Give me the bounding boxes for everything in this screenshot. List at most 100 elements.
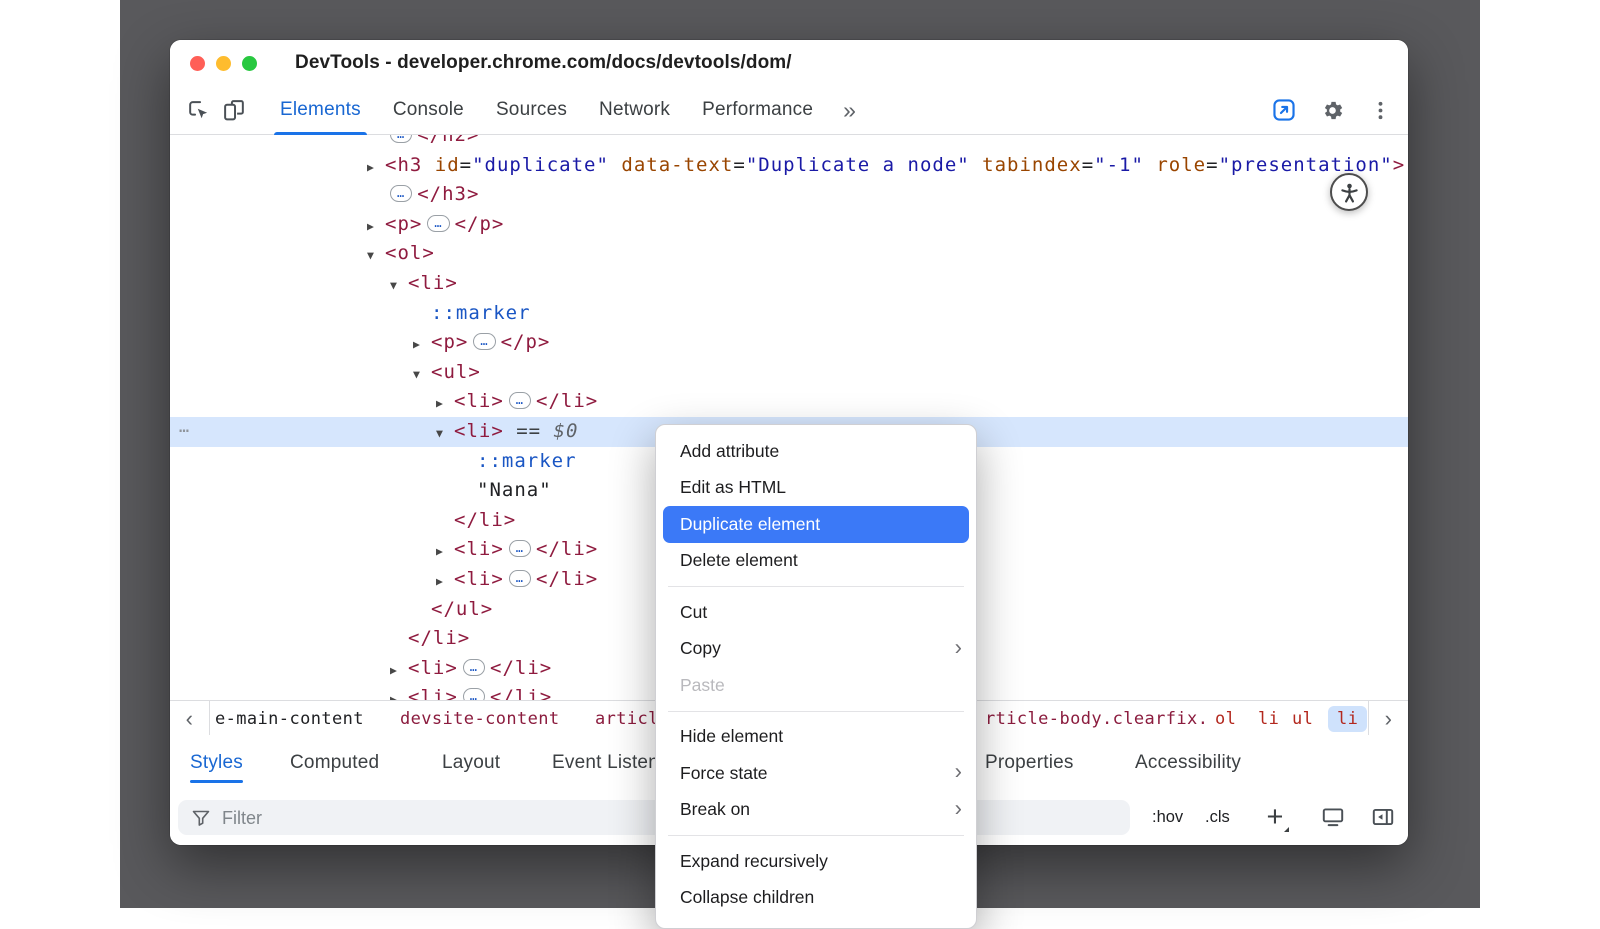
context-menu-item-cut[interactable]: Cut — [656, 594, 976, 631]
dom-tree-row[interactable]: …</h2> — [170, 135, 1408, 151]
settings-button[interactable] — [1314, 92, 1350, 128]
inline-expand-button[interactable]: … — [390, 185, 412, 202]
context-menu-item-copy[interactable]: Copy › — [656, 631, 976, 668]
menu-item-label: Add attribute — [680, 441, 779, 462]
styles-tab-styles[interactable]: Styles — [190, 735, 243, 790]
disclosure-closed-icon[interactable]: ▶ — [436, 389, 454, 419]
menu-item-label: Copy — [680, 638, 721, 659]
disclosure-closed-icon[interactable]: ▶ — [390, 685, 408, 700]
styles-tab-computed[interactable]: Computed — [290, 735, 379, 790]
context-menu-item-force-state[interactable]: Force state› — [656, 755, 976, 792]
menu-item-label: Force state — [680, 763, 768, 784]
tab-sources[interactable]: Sources — [480, 86, 583, 134]
disclosure-closed-icon[interactable]: ▶ — [367, 212, 385, 242]
inline-expand-button[interactable]: … — [463, 659, 485, 676]
disclosure-closed-icon[interactable]: ▶ — [436, 567, 454, 597]
zoom-button[interactable] — [242, 56, 257, 71]
disclosure-open-icon[interactable]: ▼ — [436, 419, 454, 449]
tab-network[interactable]: Network — [583, 86, 686, 134]
dom-tree-row[interactable]: ▶<p>…</p> — [170, 328, 1408, 358]
inline-expand-button[interactable]: … — [390, 135, 412, 143]
context-menu-item-break-on[interactable]: Break on› — [656, 792, 976, 829]
inline-expand-button[interactable]: … — [509, 540, 531, 557]
disclosure-closed-icon[interactable]: ▶ — [413, 330, 431, 360]
disclosure-open-icon[interactable]: ▼ — [367, 241, 385, 271]
toggle-class-button[interactable]: .cls — [1205, 790, 1230, 845]
breadcrumb-item[interactable]: e-main-content — [215, 701, 364, 736]
more-options-button[interactable] — [1362, 92, 1398, 128]
code-segment: <li> — [454, 390, 504, 412]
context-menu-item-expand-recursively[interactable]: Expand recursively — [656, 843, 976, 880]
inline-expand-button[interactable]: … — [427, 215, 449, 232]
disclosure-closed-icon[interactable]: ▶ — [390, 656, 408, 686]
dom-tree-row[interactable]: ▼<ol> — [170, 239, 1408, 269]
dom-tree-row[interactable]: ▶<p>…</p> — [170, 210, 1408, 240]
disclosure-open-icon[interactable]: ▼ — [390, 271, 408, 301]
breadcrumb-item[interactable]: ul — [1292, 701, 1313, 736]
dom-tree-row[interactable]: …</h3> — [170, 180, 1408, 210]
inspect-element-button[interactable] — [180, 92, 216, 128]
code-segment: ::marker — [431, 302, 531, 324]
dom-tree-row[interactable]: ▶<h3 id="duplicate" data-text="Duplicate… — [170, 151, 1408, 181]
breadcrumb-item[interactable]: li — [1258, 701, 1279, 736]
submenu-chevron-icon: › — [955, 634, 962, 660]
code-segment: </li> — [536, 538, 598, 560]
more-tabs-button[interactable]: » — [829, 97, 870, 124]
code-segment: "-1" — [1094, 154, 1144, 176]
breadcrumb-item[interactable]: devsite-content — [400, 701, 560, 736]
minimize-button[interactable] — [216, 56, 231, 71]
styles-tab-properties[interactable]: Properties — [985, 735, 1074, 790]
computed-styles-sidebar-button[interactable] — [1320, 804, 1346, 835]
toggle-hover-state-button[interactable]: :hov — [1152, 790, 1183, 845]
inline-expand-button[interactable]: … — [509, 570, 531, 587]
disclosure-open-icon[interactable]: ▼ — [413, 360, 431, 390]
filter-field[interactable] — [178, 800, 1130, 835]
accessibility-overlay-button[interactable] — [1330, 173, 1368, 211]
context-menu-item-edit-as-html[interactable]: Edit as HTML — [656, 470, 976, 507]
window-title: DevTools - developer.chrome.com/docs/dev… — [295, 40, 792, 86]
inline-expand-button[interactable]: … — [463, 688, 485, 700]
menu-item-label: Paste — [680, 675, 725, 696]
disclosure-closed-icon[interactable]: ▶ — [436, 537, 454, 567]
new-style-rule-button[interactable]: + — [1258, 790, 1292, 845]
code-segment: </li> — [490, 686, 552, 700]
breadcrumb-scroll-left-button[interactable]: ‹ — [170, 701, 210, 736]
tab-console[interactable]: Console — [377, 86, 480, 134]
code-segment: </li> — [454, 509, 516, 531]
menu-item-label: Cut — [680, 602, 707, 623]
dom-tree-row[interactable]: ▼<ul> — [170, 358, 1408, 388]
tab-performance[interactable]: Performance — [686, 86, 829, 134]
inspect-cursor-icon — [186, 98, 211, 123]
kebab-menu-icon — [1369, 99, 1392, 122]
breadcrumb-item[interactable]: rticle-body.clearfix. — [985, 701, 1208, 736]
styles-tab-accessibility[interactable]: Accessibility — [1135, 735, 1241, 790]
dom-tree-row[interactable]: ▼<li> — [170, 269, 1408, 299]
styles-tab-layout[interactable]: Layout — [442, 735, 500, 790]
dom-tree-row[interactable]: ::marker — [170, 299, 1408, 329]
disclosure-closed-icon[interactable]: ▶ — [367, 153, 385, 183]
code-segment: <li> — [454, 538, 504, 560]
monitor-icon — [1320, 804, 1346, 830]
context-menu-item-delete-element[interactable]: Delete element — [656, 543, 976, 580]
inline-expand-button[interactable]: … — [473, 333, 495, 350]
context-menu-item-duplicate-element[interactable]: Duplicate element — [663, 506, 969, 543]
context-menu-item-collapse-children[interactable]: Collapse children — [656, 880, 976, 917]
menu-separator — [668, 586, 964, 587]
breadcrumb-item[interactable]: ol — [1215, 701, 1236, 736]
close-button[interactable] — [190, 56, 205, 71]
code-segment — [970, 154, 982, 176]
breadcrumb-item[interactable]: li — [1328, 706, 1367, 732]
panel-tabs: ElementsConsoleSourcesNetworkPerformance — [264, 86, 829, 134]
breadcrumb-scroll-right-button[interactable]: › — [1368, 701, 1408, 736]
dom-tree-row[interactable]: ▶<li>…</li> — [170, 387, 1408, 417]
device-toolbar-icon — [222, 98, 247, 123]
context-menu-item-hide-element[interactable]: Hide element — [656, 719, 976, 756]
feature-badge-button[interactable] — [1266, 92, 1302, 128]
hide-sidebar-button[interactable] — [1370, 804, 1396, 835]
tab-elements[interactable]: Elements — [264, 86, 377, 134]
code-segment: <p> — [385, 213, 422, 235]
device-toolbar-button[interactable] — [216, 92, 252, 128]
context-menu-item-add-attribute[interactable]: Add attribute — [656, 433, 976, 470]
open-in-new-icon[interactable] — [1374, 420, 1397, 443]
inline-expand-button[interactable]: … — [509, 392, 531, 409]
